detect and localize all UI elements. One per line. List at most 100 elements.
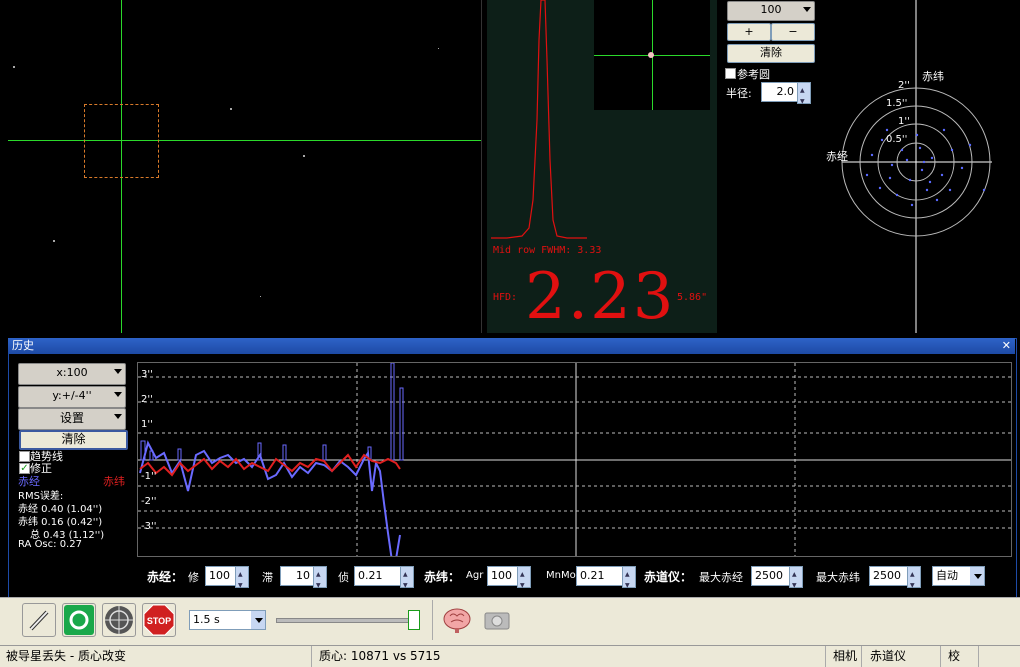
stop-button[interactable]: STOP xyxy=(142,603,176,637)
ring-label: 1.5'' xyxy=(886,98,908,109)
status-mount: 赤道仪 xyxy=(864,646,941,667)
gamma-slider[interactable] xyxy=(276,618,420,623)
slider-thumb[interactable] xyxy=(408,610,420,630)
star-zoom-view xyxy=(594,0,710,110)
camera-wrench-icon xyxy=(484,612,510,630)
status-bar: 被导星丢失 - 质心改变 质心: 10871 vs 5715 相机 赤道仪 校 xyxy=(0,645,1020,667)
ra-agg-input[interactable]: 100 xyxy=(205,566,249,595)
spinner[interactable] xyxy=(235,566,249,595)
x-scale-dropdown[interactable]: x:100 xyxy=(18,363,126,385)
toolbar-divider xyxy=(432,600,433,640)
star xyxy=(438,48,439,49)
crosshair-icon xyxy=(105,606,133,634)
refresh-icon xyxy=(64,605,94,635)
spinner[interactable] xyxy=(313,566,327,595)
max-ra-value: 2500 xyxy=(755,569,783,582)
chevron-down-icon xyxy=(114,392,122,397)
y-tick: 2'' xyxy=(141,394,153,405)
max-dec-value: 2500 xyxy=(873,569,901,582)
star-profile-panel: Mid row FWHM: 3.33 HFD: 2.23 5.86" xyxy=(487,0,717,333)
star xyxy=(260,296,261,297)
ra-min-value: 0.21 xyxy=(358,569,383,582)
spinner[interactable] xyxy=(622,566,636,595)
chevron-down-icon xyxy=(251,611,265,629)
stop-icon: STOP xyxy=(143,604,175,636)
dec-agr-input[interactable]: 100 xyxy=(487,566,531,595)
chevron-down-icon xyxy=(114,369,122,374)
dec-legend: 赤纬 xyxy=(103,475,125,488)
ring-label: 0.5'' xyxy=(886,134,908,145)
trendline-checkbox[interactable] xyxy=(19,451,30,462)
status-centroid: 质心: 10871 vs 5715 xyxy=(313,646,826,667)
dec-minmo-value: 0.21 xyxy=(580,569,605,582)
max-dec-input[interactable]: 2500 xyxy=(869,566,921,595)
target-scatter-panel: 100 + − 清除 参考圆 半径: 2.0 赤纬 赤经 2'' 1.5'' 1… xyxy=(722,0,1015,333)
ra-hys-label: 滞 xyxy=(262,571,273,584)
max-ra-label: 最大赤经 xyxy=(699,571,743,584)
dec-minmo-label: MnMo xyxy=(546,570,576,581)
chevron-down-icon xyxy=(114,414,122,419)
ra-min-label: 侦 xyxy=(338,571,349,584)
history-graph: 3'' 2'' 1'' -1'' -2'' -3'' xyxy=(137,362,1012,557)
ra-controls-label: 赤经： xyxy=(147,570,184,584)
dec-mode-value: 自动 xyxy=(936,569,958,582)
loop-button[interactable] xyxy=(62,603,96,637)
history-title: 历史 xyxy=(12,339,34,352)
svg-text:STOP: STOP xyxy=(147,616,171,626)
dec-agr-value: 100 xyxy=(491,569,512,582)
star xyxy=(230,108,232,110)
loop-exposure-button[interactable] xyxy=(22,603,56,637)
star xyxy=(303,155,305,157)
guide-button[interactable] xyxy=(102,603,136,637)
hfd-arcsec: 5.86" xyxy=(677,292,708,303)
ring-label: 1'' xyxy=(898,116,910,127)
guide-star-selection-box[interactable] xyxy=(84,104,159,178)
status-camera: 相机 xyxy=(827,646,862,667)
ra-axis-label: 赤经 xyxy=(826,150,848,163)
max-ra-input[interactable]: 2500 xyxy=(751,566,803,595)
ra-min-input[interactable]: 0.21 xyxy=(354,566,414,595)
y-tick: -2'' xyxy=(141,496,157,507)
y-scale-dropdown[interactable]: y:+/-4'' xyxy=(18,386,126,408)
ra-osc: RA Osc: 0.27 xyxy=(18,539,82,550)
brain-button[interactable] xyxy=(440,603,474,637)
x-scale-value: x:100 xyxy=(56,366,88,379)
ra-hys-input[interactable]: 10 xyxy=(280,566,327,595)
chevron-down-icon xyxy=(970,567,984,585)
crosshair-horizontal xyxy=(8,140,481,141)
dec-controls-label: 赤纬： xyxy=(424,570,461,584)
close-icon[interactable]: ✕ xyxy=(1002,338,1011,354)
ring-label: 2'' xyxy=(898,80,910,91)
max-dec-label: 最大赤纬 xyxy=(816,571,860,584)
dec-axis-label: 赤纬 xyxy=(922,70,944,83)
spinner[interactable] xyxy=(400,566,414,595)
y-scale-value: y:+/-4'' xyxy=(52,389,92,402)
hfd-value: 2.23 xyxy=(525,260,676,334)
camera-settings-button[interactable] xyxy=(480,603,514,637)
spinner[interactable] xyxy=(517,566,531,595)
star xyxy=(53,240,55,242)
y-tick: 3'' xyxy=(141,369,153,380)
ra-agg-label: 修 xyxy=(188,571,199,584)
dec-minmo-input[interactable]: 0.21 xyxy=(576,566,636,595)
guide-camera-view[interactable] xyxy=(8,0,482,333)
y-tick: -3'' xyxy=(141,521,157,532)
exposure-value: 1.5 s xyxy=(193,613,220,626)
y-tick: -1'' xyxy=(141,471,157,482)
settings-dropdown[interactable]: 设置 xyxy=(18,408,126,430)
y-tick: 1'' xyxy=(141,419,153,430)
scatter-plot xyxy=(841,0,992,333)
mount-controls-label: 赤道仪： xyxy=(644,570,693,584)
brain-icon xyxy=(443,608,471,633)
clear-history-button[interactable]: 清除 xyxy=(19,430,128,450)
exposure-select[interactable]: 1.5 s xyxy=(189,610,266,630)
dec-mode-select[interactable]: 自动 xyxy=(932,566,985,586)
spinner[interactable] xyxy=(789,566,803,595)
ra-agg-value: 100 xyxy=(209,569,230,582)
status-calibration: 校 xyxy=(942,646,979,667)
ra-hys-value: 10 xyxy=(296,569,310,582)
status-message: 被导星丢失 - 质心改变 xyxy=(0,646,312,667)
fwhm-readout: Mid row FWHM: 3.33 xyxy=(493,245,602,256)
spinner[interactable] xyxy=(907,566,921,595)
pencil-icon xyxy=(29,610,49,631)
